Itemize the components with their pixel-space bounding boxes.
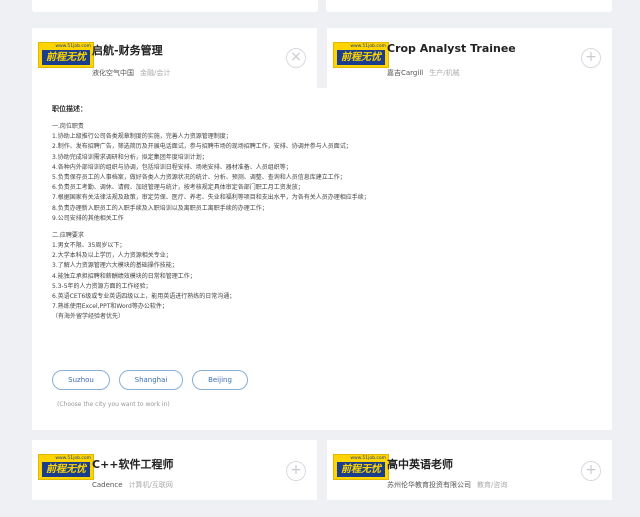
- job-description-panel: 职位描述： 一.岗位职责 1.协助上级推行公司各类规章制度的实施，完善人力资源管…: [32, 88, 612, 430]
- logo-url: www.51job.com: [350, 44, 386, 49]
- logo-url: www.51job.com: [55, 44, 91, 49]
- job-site-logo: www.51job.com 前程无忧: [38, 42, 94, 68]
- description-line: 一.岗位职责: [52, 123, 84, 130]
- description-line: 5.3-5年的人力资源方面的工作经验；: [52, 282, 152, 290]
- logo-brand: 前程无忧: [42, 462, 90, 477]
- description-line: 2.制作、发布招聘广告，筛选简历及开展电话面试，参与招聘市场的现场招聘工作，安排…: [52, 143, 352, 151]
- job-site-logo: www.51job.com 前程无忧: [38, 454, 94, 480]
- city-button-beijing[interactable]: Beijing: [192, 370, 248, 390]
- company-name: 液化空气中国: [92, 69, 134, 77]
- job-card-english-teacher[interactable]: www.51job.com 前程无忧 高中英语老师 苏州伦华教育投资有限公司 教育…: [327, 440, 612, 500]
- previous-card-right-edge: [326, 0, 612, 12]
- description-line: 4.各种内外部培训的组织与协调，包括培训日程安排、场地安排、器材准备、人员组织等…: [52, 163, 292, 171]
- job-site-logo: www.51job.com 前程无忧: [333, 42, 389, 68]
- add-icon[interactable]: +: [581, 48, 601, 68]
- company-name: Cadence: [92, 481, 123, 489]
- description-line: 7.根据国家有关法律法规及政策，审定劳保、医疗、养老、失业和福利等项目和支出水平…: [52, 194, 370, 202]
- description-line: 5.负责保存员工的人事档案，做好各类人力资源状况的统计、分析、预测、调整、查询和…: [52, 173, 346, 181]
- job-title[interactable]: Crop Analyst Trainee: [387, 42, 516, 55]
- company-info: 液化空气中国 金融/会计: [92, 68, 170, 78]
- job-title[interactable]: 高中英语老师: [387, 456, 453, 472]
- description-line: 6.负责员工考勤、调休、请假、加班管理与统计，按考核规定具体审定各部门职工月工资…: [52, 184, 304, 192]
- city-button-suzhou[interactable]: Suzhou: [52, 370, 110, 390]
- job-title[interactable]: 启航-财务管理: [92, 42, 163, 58]
- city-selector: Suzhou Shanghai Beijing: [52, 370, 248, 390]
- close-icon[interactable]: ×: [286, 48, 306, 68]
- previous-card-left-edge: [32, 0, 318, 12]
- add-icon[interactable]: +: [286, 461, 306, 481]
- description-line: 1.协助上级推行公司各类规章制度的实施，完善人力资源管理制度；: [52, 133, 232, 141]
- description-line: 1.男女不限、35周岁以下；: [52, 242, 126, 250]
- description-line: （有海外留学经验者优先）: [52, 313, 125, 321]
- previous-cards-strip: [32, 0, 612, 12]
- description-line: 6.英语CET6级或专业英语四级以上，能用英语进行熟练的日常沟通；: [52, 293, 236, 300]
- description-line: 9.公司安排的其他相关工作: [52, 214, 124, 222]
- description-line: 7.熟练使用Excel,PPT和Word等办公软件；: [52, 303, 168, 311]
- description-line: 3.了解人力资源管理六大模块的基础操作技能；: [52, 262, 178, 270]
- company-info: Cadence 计算机/互联网: [92, 480, 173, 490]
- logo-brand: 前程无忧: [42, 50, 90, 65]
- company-info: 苏州伦华教育投资有限公司 教育/咨询: [387, 480, 507, 490]
- logo-brand: 前程无忧: [337, 462, 385, 477]
- job-card-cpp-engineer[interactable]: www.51job.com 前程无忧 C++软件工程师 Cadence 计算机/互…: [32, 440, 317, 500]
- industry-label: 生产/机械: [429, 69, 460, 77]
- city-hint: (Choose the city you want to work in): [57, 401, 170, 408]
- job-card-finance[interactable]: www.51job.com 前程无忧 启航-财务管理 液化空气中国 金融/会计 ×: [32, 28, 317, 88]
- logo-url: www.51job.com: [350, 456, 386, 461]
- industry-label: 教育/咨询: [477, 481, 508, 489]
- logo-url: www.51job.com: [55, 456, 91, 461]
- logo-brand: 前程无忧: [337, 50, 385, 65]
- job-site-logo: www.51job.com 前程无忧: [333, 454, 389, 480]
- job-card-crop-analyst[interactable]: www.51job.com 前程无忧 Crop Analyst Trainee …: [327, 28, 612, 88]
- add-icon[interactable]: +: [581, 461, 601, 481]
- industry-label: 计算机/互联网: [128, 481, 173, 489]
- description-line: 3.协助完成培训需求调研和分析，拟定集团年度培训计划；: [52, 153, 208, 161]
- job-title[interactable]: C++软件工程师: [92, 456, 174, 472]
- description-line: 4.能独立承担招聘和薪酬绩效模块的日常和管理工作；: [52, 272, 196, 280]
- city-button-shanghai[interactable]: Shanghai: [119, 370, 183, 390]
- industry-label: 金融/会计: [140, 69, 171, 77]
- description-body: 一.岗位职责 1.协助上级推行公司各类规章制度的实施，完善人力资源管理制度； 2…: [52, 122, 602, 323]
- company-name: 嘉吉Cargill: [387, 69, 424, 77]
- description-line: 2.大学本科及以上学历，人力资源相关专业；: [52, 252, 172, 260]
- company-info: 嘉吉Cargill 生产/机械: [387, 68, 460, 78]
- description-heading: 职位描述：: [52, 105, 87, 113]
- company-name: 苏州伦华教育投资有限公司: [387, 481, 471, 489]
- description-line: 8.负责办理新入职员工的入职手续及入职培训以及离职员工离职手续的办理工作；: [52, 204, 268, 212]
- description-line: 二.应聘要求: [52, 231, 84, 239]
